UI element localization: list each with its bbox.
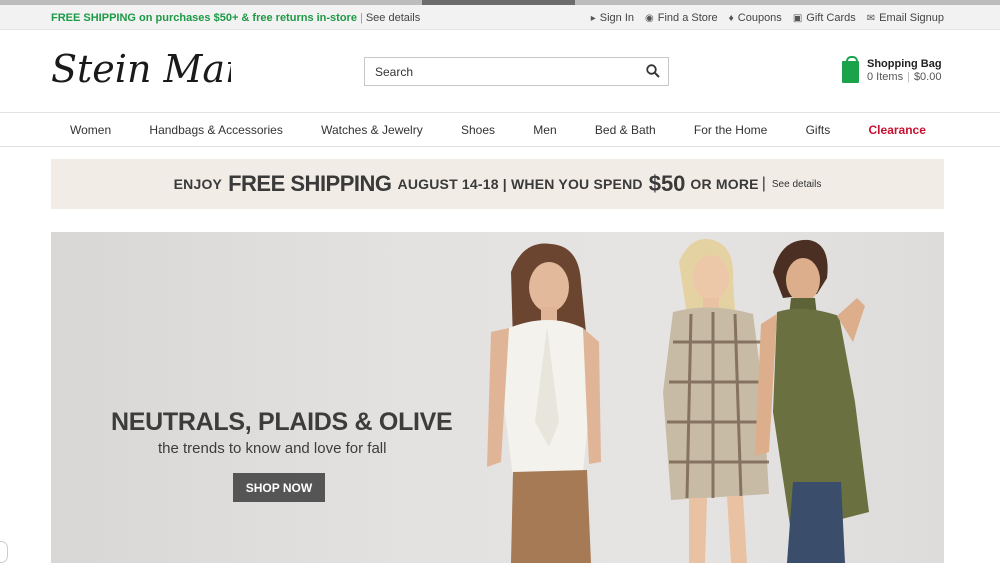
search-input[interactable] [365, 58, 635, 85]
tag-icon: ♦ [728, 12, 734, 24]
logo-wordmark: Stein Mart [51, 47, 259, 91]
hero-headline: NEUTRALS, PLAIDS & OLIVE [111, 408, 453, 436]
coupons-link[interactable]: ♦ Coupons [729, 12, 782, 24]
promo-see-details-link[interactable]: See details [366, 12, 420, 24]
logo-text: Stein Mart [51, 47, 231, 91]
banner-free-shipping: FREE SHIPPING [228, 171, 392, 196]
envelope-icon: ✉ [866, 12, 876, 24]
model-white-blouse [487, 243, 601, 563]
nav-men[interactable]: Men [533, 123, 556, 137]
promo-text: FREE SHIPPING on purchases $50+ & free r… [51, 12, 357, 24]
utility-bar: FREE SHIPPING on purchases $50+ & free r… [0, 5, 1000, 30]
nav-bed-bath[interactable]: Bed & Bath [595, 123, 656, 137]
coupons-label: Coupons [737, 12, 782, 24]
find-store-label: Find a Store [657, 12, 718, 24]
arrow-icon: ▸ [590, 12, 596, 24]
bag-total: $0.00 [913, 71, 942, 83]
nav-shoes[interactable]: Shoes [461, 123, 495, 137]
banner-enjoy: ENJOY [173, 176, 223, 192]
hero-banner[interactable]: NEUTRALS, PLAIDS & OLIVE the trends to k… [51, 232, 944, 563]
find-store-link[interactable]: ◉ Find a Store [645, 12, 718, 24]
nav-for-the-home[interactable]: For the Home [694, 123, 767, 137]
search-box [364, 57, 669, 86]
banner-see-details-link[interactable]: See details [772, 179, 821, 190]
utility-links: ▸ Sign In ◉ Find a Store ♦ Coupons ▣ Gift Ca… [591, 12, 944, 24]
location-pin-icon: ◉ [645, 12, 654, 24]
hero-models-image [487, 238, 869, 563]
bag-item-count: 0 Items [867, 71, 904, 83]
banner-amount: $50 [648, 171, 686, 196]
search-icon[interactable] [646, 64, 660, 78]
model-plaid-dress [663, 238, 769, 563]
shopping-bag[interactable]: Shopping Bag 0 Items | $0.00 [842, 56, 942, 84]
shopping-bag-title: Shopping Bag [867, 58, 942, 70]
free-shipping-promo[interactable]: FREE SHIPPING on purchases $50+ & free r… [51, 12, 420, 24]
gift-cards-link[interactable]: ▣ Gift Cards [793, 12, 856, 24]
nav-handbags-accessories[interactable]: Handbags & Accessories [149, 123, 282, 137]
hero-subhead: the trends to know and love for fall [158, 440, 387, 457]
email-signup-label: Email Signup [879, 12, 944, 24]
sign-in-label: Sign In [599, 12, 634, 24]
gift-cards-label: Gift Cards [806, 12, 856, 24]
model-olive-top [755, 239, 869, 563]
main-nav: Women Handbags & Accessories Watches & J… [0, 112, 1000, 147]
nav-watches-jewelry[interactable]: Watches & Jewelry [321, 123, 423, 137]
banner-dates: AUGUST 14-18 | WHEN YOU SPEND [397, 176, 643, 192]
free-shipping-banner[interactable]: ENJOY FREE SHIPPING AUGUST 14-18 | WHEN … [51, 159, 944, 209]
shopping-bag-icon [842, 56, 859, 83]
stein-mart-logo[interactable]: Stein Mart [51, 44, 259, 92]
banner-or-more: OR MORE [690, 176, 759, 192]
shop-now-button[interactable]: SHOP NOW [233, 473, 325, 502]
feedback-tab[interactable] [0, 541, 8, 563]
gift-card-icon: ▣ [792, 12, 803, 24]
nav-women[interactable]: Women [70, 123, 111, 137]
nav-gifts[interactable]: Gifts [806, 123, 831, 137]
email-signup-link[interactable]: ✉ Email Signup [867, 12, 944, 24]
sign-in-link[interactable]: ▸ Sign In [591, 12, 634, 24]
nav-clearance[interactable]: Clearance [869, 123, 926, 137]
